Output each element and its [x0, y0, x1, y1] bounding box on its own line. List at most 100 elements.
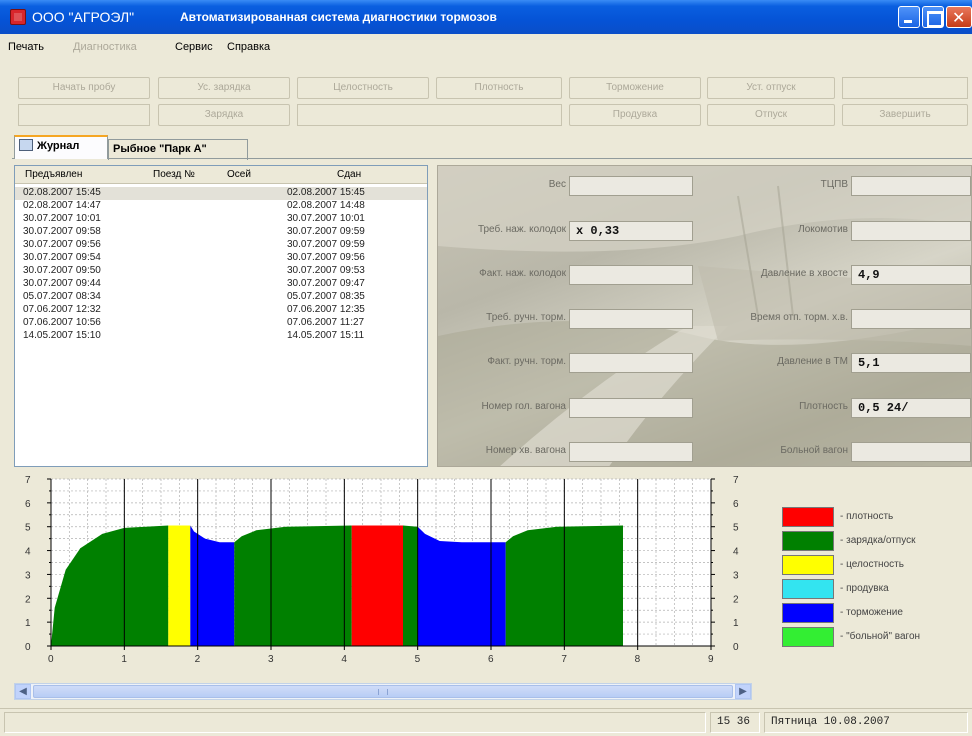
journal-header: Предъявлен Поезд № Осей Сдан: [15, 166, 427, 184]
cell-handed: 30.07.2007 09:59: [287, 239, 365, 250]
toolbar-empty-slot: [842, 77, 968, 99]
column-train[interactable]: Поезд №: [153, 169, 195, 180]
x-tick-label: 0: [48, 654, 54, 665]
charge-button[interactable]: Зарядка: [158, 104, 290, 126]
maximize-button[interactable]: [922, 6, 944, 28]
menu-help[interactable]: Справка: [227, 41, 270, 53]
table-row[interactable]: 14.05.2007 15:10 14.05.2007 15:11: [15, 330, 427, 343]
field-value[interactable]: [569, 309, 693, 329]
tab-park-a[interactable]: Рыбное "Парк А": [108, 139, 248, 160]
cell-presented: 02.08.2007 14:47: [23, 200, 101, 211]
scroll-left-icon[interactable]: ◀: [15, 684, 31, 699]
field-label: ТЦПВ: [820, 179, 848, 190]
column-handed[interactable]: Сдан: [337, 169, 361, 180]
menu-print[interactable]: Печать: [8, 41, 44, 53]
y-tick-label-right: 5: [733, 523, 739, 534]
field-label: Время отп. торм. х.в.: [750, 312, 848, 323]
field-value[interactable]: [569, 442, 693, 462]
field-value[interactable]: [569, 265, 693, 285]
field-label: Факт. ручн. торм.: [487, 356, 566, 367]
menu-service[interactable]: Сервис: [175, 41, 213, 53]
y-tick-label: 3: [25, 570, 31, 581]
table-row[interactable]: 30.07.2007 09:50 30.07.2007 09:53: [15, 265, 427, 278]
horizontal-scrollbar[interactable]: ◀ ▶: [14, 683, 752, 700]
field-value[interactable]: 4,9: [851, 265, 971, 285]
field-value[interactable]: [851, 309, 971, 329]
legend-swatch: [782, 507, 834, 527]
tab-divider: [12, 158, 972, 159]
title-bar[interactable]: ООО "АГРОЭЛ" Автоматизированная система …: [0, 0, 972, 34]
steady-release-button[interactable]: Уст. отпуск: [707, 77, 835, 99]
table-row[interactable]: 30.07.2007 10:01 30.07.2007 10:01: [15, 213, 427, 226]
field-value[interactable]: [569, 353, 693, 373]
window-title: Автоматизированная система диагностики т…: [180, 10, 497, 24]
cell-handed: 30.07.2007 09:53: [287, 265, 365, 276]
legend-swatch: [782, 579, 834, 599]
table-row[interactable]: 30.07.2007 09:44 30.07.2007 09:47: [15, 278, 427, 291]
field-value[interactable]: [851, 442, 971, 462]
status-time: 15 36: [710, 712, 760, 733]
release-button[interactable]: Отпуск: [707, 104, 835, 126]
table-row[interactable]: 05.07.2007 08:34 05.07.2007 08:35: [15, 291, 427, 304]
table-row[interactable]: 02.08.2007 15:45 02.08.2007 15:45: [15, 187, 427, 200]
cell-handed: 07.06.2007 11:27: [287, 317, 365, 328]
toolbar-empty-slot: [297, 104, 562, 126]
chart-segment-плотность: [351, 525, 403, 646]
tab-journal-label: Журнал: [37, 140, 80, 152]
table-row[interactable]: 07.06.2007 12:32 07.06.2007 12:35: [15, 304, 427, 317]
x-tick-label: 7: [561, 654, 567, 665]
cell-handed: 05.07.2007 08:35: [287, 291, 365, 302]
purge-button[interactable]: Продувка: [569, 104, 701, 126]
cell-presented: 07.06.2007 10:56: [23, 317, 101, 328]
main-window: ООО "АГРОЭЛ" Автоматизированная система …: [0, 0, 972, 736]
y-tick-label-right: 3: [733, 570, 739, 581]
column-axles[interactable]: Осей: [227, 169, 251, 180]
close-button[interactable]: ✕: [946, 6, 972, 28]
field-value[interactable]: 5,1: [851, 353, 971, 373]
field-value[interactable]: 0,5 24/: [851, 398, 971, 418]
table-row[interactable]: 02.08.2007 14:47 02.08.2007 14:48: [15, 200, 427, 213]
menu-diagnostics[interactable]: Диагностика: [73, 41, 137, 53]
pressure-chart: 0 0 1 1 2 2 3 3 4 4 5 5 6 6 7 7 0 1 2 3 4 5 6 7 8 9 - плотность - …: [14, 472, 972, 682]
integrity-button[interactable]: Целостность: [297, 77, 429, 99]
density-button[interactable]: Плотность: [436, 77, 562, 99]
finish-button[interactable]: Завершить: [842, 104, 968, 126]
table-row[interactable]: 30.07.2007 09:58 30.07.2007 09:59: [15, 226, 427, 239]
table-row[interactable]: 07.06.2007 10:56 07.06.2007 11:27: [15, 317, 427, 330]
menu-bar: Печать Диагностика Сервис Справка: [0, 38, 972, 58]
legend-swatch: [782, 603, 834, 623]
minimize-button[interactable]: [898, 6, 920, 28]
scroll-thumb[interactable]: [33, 685, 733, 698]
field-value[interactable]: [569, 398, 693, 418]
x-tick-label: 3: [268, 654, 274, 665]
x-tick-label: 1: [121, 654, 127, 665]
table-row[interactable]: 30.07.2007 09:56 30.07.2007 09:59: [15, 239, 427, 252]
accelerated-charge-button[interactable]: Ус. зарядка: [158, 77, 290, 99]
cell-presented: 05.07.2007 08:34: [23, 291, 101, 302]
cell-presented: 30.07.2007 09:44: [23, 278, 101, 289]
start-test-button[interactable]: Начать пробу: [18, 77, 150, 99]
y-tick-label-right: 7: [733, 475, 739, 486]
field-label: Давление в хвосте: [760, 268, 848, 279]
x-tick-label: 5: [415, 654, 421, 665]
field-label: Локомотив: [798, 224, 848, 235]
status-date: Пятница 10.08.2007: [764, 712, 968, 733]
x-tick-label: 6: [488, 654, 494, 665]
field-label: Плотность: [799, 401, 848, 412]
table-row[interactable]: 30.07.2007 09:54 30.07.2007 09:56: [15, 252, 427, 265]
braking-button[interactable]: Торможение: [569, 77, 701, 99]
x-tick-label: 2: [195, 654, 201, 665]
journal-list[interactable]: Предъявлен Поезд № Осей Сдан 02.08.2007 …: [14, 165, 428, 467]
cell-presented: 30.07.2007 09:50: [23, 265, 101, 276]
field-value[interactable]: x 0,33: [569, 221, 693, 241]
y-tick-label: 4: [25, 547, 31, 558]
field-value[interactable]: [851, 176, 971, 196]
scroll-right-icon[interactable]: ▶: [735, 684, 751, 699]
tab-journal[interactable]: Журнал: [14, 135, 108, 159]
field-value[interactable]: [851, 221, 971, 241]
pressure-chart-svg: 0 0 1 1 2 2 3 3 4 4 5 5 6 6 7 7 0 1 2 3 4 5 6 7 8 9: [25, 475, 739, 665]
column-presented[interactable]: Предъявлен: [25, 169, 82, 180]
details-panel: Вес Треб. наж. колодок x 0,33 Факт. наж. ко…: [437, 165, 972, 467]
field-value[interactable]: [569, 176, 693, 196]
field-label: Номер гол. вагона: [481, 401, 566, 412]
